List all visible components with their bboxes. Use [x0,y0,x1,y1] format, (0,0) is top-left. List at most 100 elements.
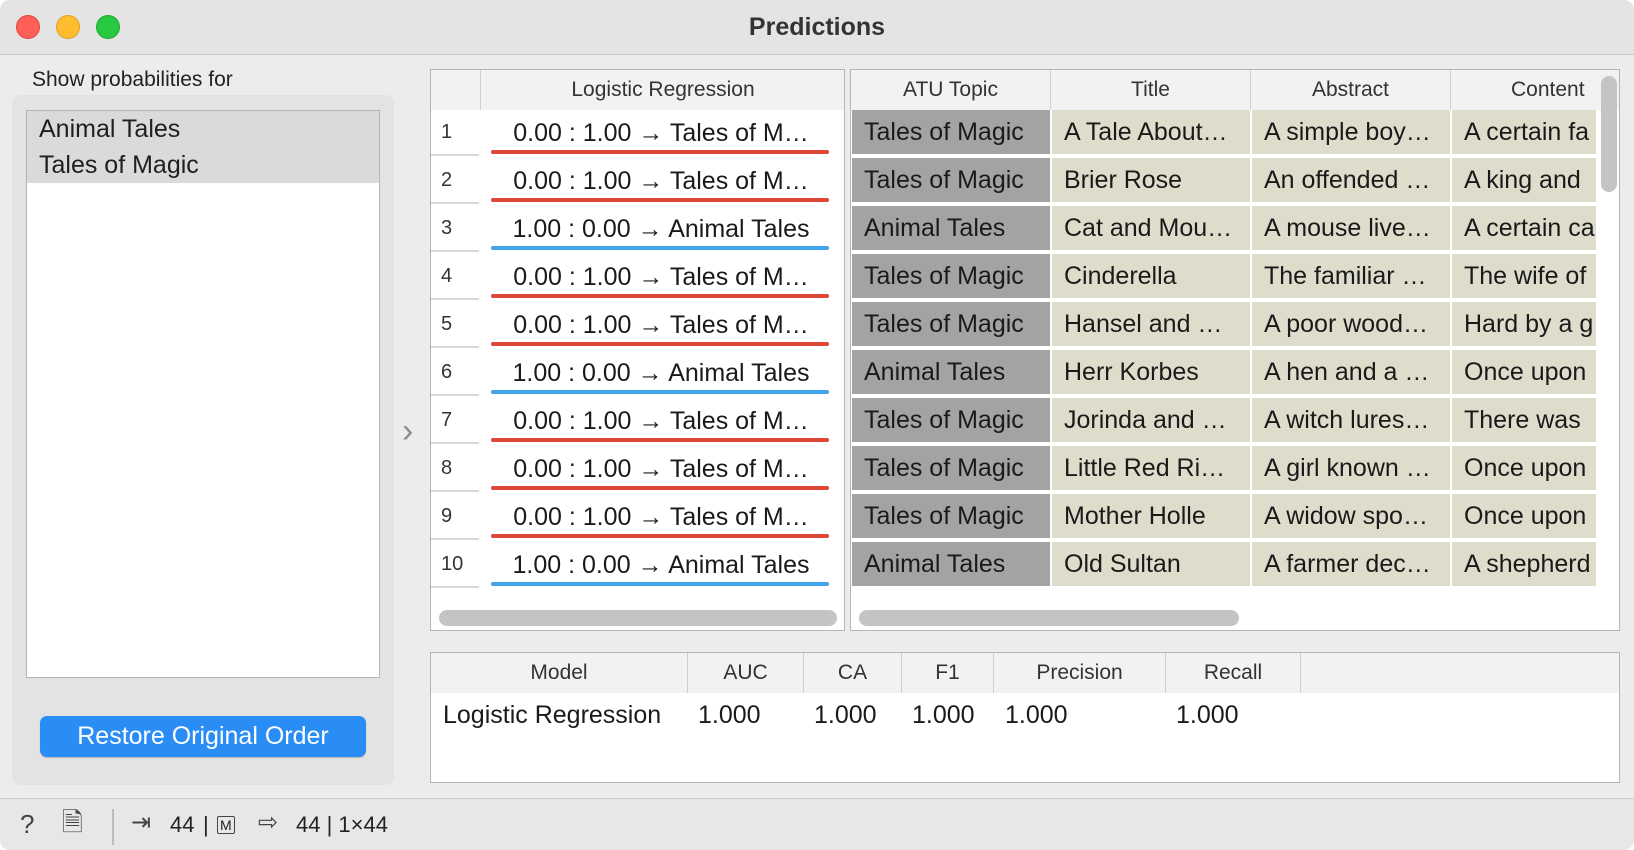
show-probabilities-label: Show probabilities for [32,68,233,91]
f1-header[interactable]: F1 [902,653,994,693]
abstract-cell[interactable]: A mouse live… [1252,206,1450,250]
class-item-tales-of-magic[interactable]: Tales of Magic [27,147,379,183]
title-cell[interactable]: Mother Holle [1052,494,1250,538]
restore-original-order-button[interactable]: Restore Original Order [40,716,366,757]
prediction-class-bar [491,294,829,298]
input-badge: M [217,816,235,834]
row-number[interactable]: 1 [431,110,479,154]
atu-topic-cell[interactable]: Tales of Magic [852,494,1050,538]
data-hscrollbar[interactable] [851,607,1597,629]
row-number-header [431,70,481,110]
abstract-cell[interactable]: A girl known … [1252,446,1450,490]
recall-header[interactable]: Recall [1166,653,1301,693]
atu-topic-cell[interactable]: Tales of Magic [852,302,1050,346]
input-count: 44 [170,812,195,837]
eval-recall-value: 1.000 [1176,701,1239,729]
eval-f1-value: 1.000 [912,701,975,729]
model-header[interactable]: Model [431,653,688,693]
class-item-animal-tales[interactable]: Animal Tales [27,111,379,147]
row-number[interactable]: 4 [431,254,479,298]
prediction-class-bar [491,582,829,586]
row-separator [431,442,479,444]
abstract-cell[interactable]: A witch lures… [1252,398,1450,442]
row-number[interactable]: 2 [431,158,479,202]
abstract-cell[interactable]: The familiar … [1252,254,1450,298]
content-header[interactable]: Content [1451,70,1619,110]
content-cell[interactable]: Once upon [1452,350,1596,394]
data-table: ATU Topic Title Abstract Content Tales o… [850,69,1620,631]
content-cell[interactable]: Once upon [1452,494,1596,538]
row-number[interactable]: 3 [431,206,479,250]
row-number[interactable]: 6 [431,350,479,394]
ca-header[interactable]: CA [804,653,902,693]
row-number[interactable]: 7 [431,398,479,442]
predictions-table: Logistic Regression 1 0.00 : 1.00 → Tales… [430,69,845,631]
predictions-hscrollbar[interactable] [431,607,844,629]
title-cell[interactable]: Brier Rose [1052,158,1250,202]
prediction-class-bar [491,246,829,250]
content-cell[interactable]: Once upon [1452,446,1596,490]
prediction-class-bar [491,390,829,394]
abstract-cell[interactable]: A poor wood… [1252,302,1450,346]
status-separator [112,809,114,845]
title-cell[interactable]: A Tale About… [1052,110,1250,154]
abstract-cell[interactable]: A simple boy… [1252,110,1450,154]
atu-topic-cell[interactable]: Tales of Magic [852,398,1050,442]
predictions-hscroll-thumb[interactable] [439,610,837,626]
abstract-cell[interactable]: A widow spo… [1252,494,1450,538]
abstract-cell[interactable]: A hen and a … [1252,350,1450,394]
atu-topic-cell[interactable]: Tales of Magic [852,110,1050,154]
row-number[interactable]: 8 [431,446,479,490]
atu-topic-cell[interactable]: Tales of Magic [852,254,1050,298]
abstract-cell[interactable]: A farmer dec… [1252,542,1450,586]
empty-header [1301,653,1619,693]
abstract-cell[interactable]: An offended … [1252,158,1450,202]
chevron-right-icon[interactable]: › [402,414,413,448]
content-cell[interactable]: There was [1452,398,1596,442]
output-summary: 44 | 1×44 [296,812,388,837]
content-cell[interactable]: A certain ca [1452,206,1596,250]
eval-auc-value: 1.000 [698,701,761,729]
data-vscroll-thumb[interactable] [1601,76,1617,192]
row-separator [431,346,479,348]
atu-topic-cell[interactable]: Animal Tales [852,206,1050,250]
input-icon: ⇥ [131,809,152,836]
window-title: Predictions [748,13,886,41]
title-cell[interactable]: Hansel and … [1052,302,1250,346]
title-cell[interactable]: Herr Korbes [1052,350,1250,394]
atu-topic-cell[interactable]: Tales of Magic [852,158,1050,202]
content-cell[interactable]: Hard by a g [1452,302,1596,346]
output-icon: ⇨ [258,809,279,836]
precision-header[interactable]: Precision [994,653,1166,693]
content-cell[interactable]: The wife of [1452,254,1596,298]
title-cell[interactable]: Cinderella [1052,254,1250,298]
eval-model-name: Logistic Regression [443,701,662,729]
atu-topic-cell[interactable]: Animal Tales [852,542,1050,586]
abstract-header[interactable]: Abstract [1251,70,1451,110]
atu-topic-cell[interactable]: Animal Tales [852,350,1050,394]
help-icon[interactable]: ? [20,811,34,837]
atu-topic-header[interactable]: ATU Topic [851,70,1051,110]
title-bar: Predictions [0,0,1634,55]
report-icon[interactable]: 🗎 [62,809,83,835]
title-cell[interactable]: Jorinda and … [1052,398,1250,442]
title-header[interactable]: Title [1051,70,1251,110]
title-cell[interactable]: Old Sultan [1052,542,1250,586]
title-cell[interactable]: Cat and Mou… [1052,206,1250,250]
auc-header[interactable]: AUC [688,653,804,693]
row-separator [431,298,479,300]
content-cell[interactable]: A certain fa [1452,110,1596,154]
content-cell[interactable]: A king and [1452,158,1596,202]
status-bar: ? 🗎 ⇥ 44 | M ⇨ 44 | 1×44 [0,798,1634,850]
logistic-regression-header[interactable]: Logistic Regression [481,70,844,110]
row-number[interactable]: 9 [431,494,479,538]
class-list[interactable]: Animal Tales Tales of Magic [26,110,380,678]
atu-topic-cell[interactable]: Tales of Magic [852,446,1050,490]
content-cell[interactable]: A shepherd [1452,542,1596,586]
row-number[interactable]: 5 [431,302,479,346]
row-separator [431,490,479,492]
predictions-window: Predictions Show probabilities for Anima… [0,0,1634,850]
data-hscroll-thumb[interactable] [859,610,1239,626]
title-cell[interactable]: Little Red Ri… [1052,446,1250,490]
row-number[interactable]: 10 [431,542,479,586]
